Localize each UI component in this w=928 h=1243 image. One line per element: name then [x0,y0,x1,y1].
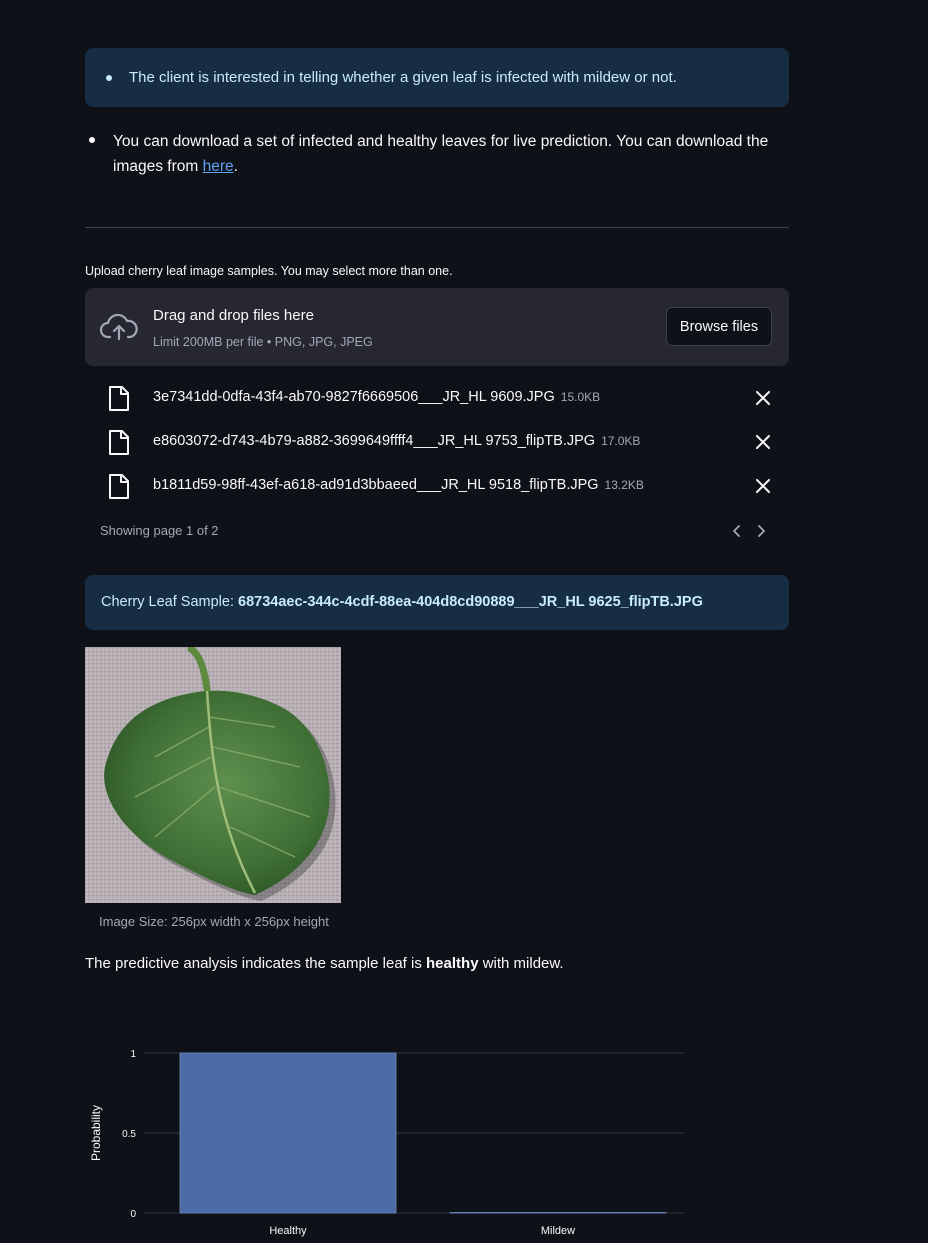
sample-title: Cherry Leaf Sample: 68734aec-344c-4cdf-8… [101,594,703,610]
result-label: healthy [426,955,479,972]
divider [85,227,789,228]
leaf-sample-image [85,647,341,903]
remove-file-icon[interactable] [754,389,772,407]
download-link[interactable]: here [203,158,234,175]
uploaded-file-row: e8603072-d743-4b79-a882-3699649ffff4___J… [85,420,789,464]
file-name-text: 3e7341dd-0dfa-43f4-ab70-9827f6669506___J… [153,389,555,405]
remove-file-icon[interactable] [754,433,772,451]
file-name: e8603072-d743-4b79-a882-3699649ffff4___J… [153,433,640,449]
file-name-text: e8603072-d743-4b79-a882-3699649ffff4___J… [153,433,596,449]
prediction-result: The predictive analysis indicates the sa… [85,955,564,972]
dropzone-title: Drag and drop files here [153,307,314,324]
chevron-left-icon[interactable] [729,522,745,540]
sample-filename: 68734aec-344c-4cdf-88ea-404d8cd90889___J… [238,594,703,610]
bar-healthy [179,1052,397,1214]
file-icon [109,474,129,499]
file-icon [109,386,129,411]
bullet-dot [106,75,112,81]
file-size: 17.0KB [601,434,641,448]
file-dropzone[interactable]: Drag and drop files here Limit 200MB per… [85,288,789,366]
uploader-label: Upload cherry leaf image samples. You ma… [85,264,453,278]
app-page: The client is interested in telling whet… [0,0,928,1243]
download-text-end: . [233,158,238,175]
image-caption: Image Size: 256px width x 256px height [99,914,329,929]
file-icon [109,430,129,455]
sample-prefix: Cherry Leaf Sample: [101,594,239,610]
y-tick-label: 0.5 [122,1129,136,1140]
sample-info-alert: Cherry Leaf Sample: 68734aec-344c-4cdf-8… [85,575,789,630]
x-tick-label: Mildew [541,1225,575,1237]
remove-file-icon[interactable] [754,477,772,495]
file-name: b1811d59-98ff-43ef-a618-ad91d3bbaeed___J… [153,477,644,493]
file-size: 13.2KB [604,478,644,492]
result-suffix: with mildew. [478,955,564,972]
result-prefix: The predictive analysis indicates the sa… [85,955,427,972]
chevron-right-icon[interactable] [753,522,769,540]
bullet-dot [89,137,95,143]
x-tick-label: Healthy [269,1225,307,1237]
browse-files-button[interactable]: Browse files [666,307,772,346]
y-tick-label: 1 [130,1049,136,1060]
uploaded-file-row: b1811d59-98ff-43ef-a618-ad91d3bbaeed___J… [85,464,789,508]
pagination-status: Showing page 1 of 2 [100,523,219,538]
bar-mildew [449,1212,667,1214]
cloud-upload-icon [100,313,138,341]
file-name: 3e7341dd-0dfa-43f4-ab70-9827f6669506___J… [153,389,600,405]
download-paragraph: You can download a set of infected and h… [113,129,773,179]
dropzone-limit: Limit 200MB per file • PNG, JPG, JPEG [153,335,373,349]
info-alert-text: The client is interested in telling whet… [129,69,677,86]
y-axis-label: Probability [89,1105,103,1161]
file-size: 15.0KB [560,390,601,404]
uploaded-file-row: 3e7341dd-0dfa-43f4-ab70-9827f6669506___J… [85,376,789,420]
probability-bar-chart: 0 0.5 1 Probability Healthy Mildew [89,1049,685,1237]
info-alert: The client is interested in telling whet… [85,48,789,107]
y-tick-label: 0 [130,1209,136,1220]
file-name-text: b1811d59-98ff-43ef-a618-ad91d3bbaeed___J… [153,477,599,493]
